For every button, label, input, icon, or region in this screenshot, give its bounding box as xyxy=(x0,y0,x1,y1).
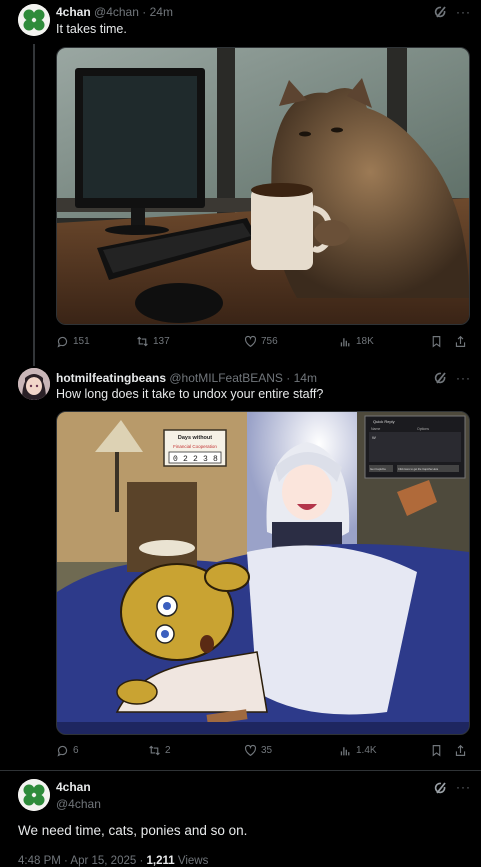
cat-photo[interactable] xyxy=(56,47,470,325)
post-time[interactable]: 14m xyxy=(294,371,317,385)
window-name-field: Name xyxy=(371,427,380,431)
reply-icon xyxy=(57,336,68,348)
cat-coffee-image xyxy=(57,48,469,324)
svg-text:8: 8 xyxy=(213,455,218,464)
reply-button[interactable]: 6 xyxy=(56,744,79,757)
avatar-hotmilfeatingbeans[interactable] xyxy=(18,368,50,400)
view-count: 1.4K xyxy=(356,745,377,756)
reply-count: 151 xyxy=(73,336,90,347)
like-count: 756 xyxy=(261,336,278,347)
avatar-4chan[interactable] xyxy=(18,779,50,811)
views-count: 1,211 xyxy=(146,855,175,867)
clover-logo-icon xyxy=(18,4,50,36)
display-name[interactable]: hotmilfeatingbeans xyxy=(56,371,166,385)
like-button[interactable]: 35 xyxy=(244,744,272,757)
reply-count: 6 xyxy=(73,745,79,756)
cartoon-illustration[interactable]: Days without Financial Cooperation 0 2 2… xyxy=(56,411,470,735)
tweet-header: 4chan @4chan · 24m xyxy=(56,5,173,19)
repost-count: 2 xyxy=(165,745,171,756)
display-name[interactable]: 4chan xyxy=(56,780,101,794)
views-button[interactable]: 18K xyxy=(339,335,374,348)
reply-button[interactable]: 151 xyxy=(56,335,90,348)
share-button[interactable] xyxy=(454,335,467,348)
sign-title: Days without xyxy=(178,435,212,441)
user-handle[interactable]: @hotMILFeatBEANS xyxy=(169,371,283,385)
share-icon xyxy=(455,744,466,756)
repost-icon xyxy=(149,745,160,756)
window-button-2: Click Here to get the Captcha Here xyxy=(398,467,439,471)
window-title: Quick Reply xyxy=(373,419,395,424)
separator: · xyxy=(142,5,147,19)
user-handle[interactable]: @4chan xyxy=(56,797,101,811)
tweet-text: It takes time. xyxy=(56,22,127,36)
views-label: Views xyxy=(177,855,209,867)
window-body: W xyxy=(372,435,376,440)
like-button[interactable]: 756 xyxy=(244,335,278,348)
action-bar: 151 137 756 18K xyxy=(56,335,468,353)
anime-avatar-icon xyxy=(18,368,50,400)
heart-icon xyxy=(244,744,257,757)
more-icon[interactable]: ··· xyxy=(456,5,471,19)
post-timestamp[interactable]: 4:48 PM · Apr 15, 2025 · xyxy=(18,855,147,867)
repost-icon xyxy=(137,336,148,347)
bookmark-button[interactable] xyxy=(430,335,443,348)
window-options-field: Options xyxy=(417,427,429,431)
views-button[interactable]: 1.4K xyxy=(339,744,377,757)
display-name[interactable]: 4chan xyxy=(56,5,91,19)
svg-text:3: 3 xyxy=(203,455,208,464)
tweet-3-main[interactable]: 4chan @4chan ··· We need time, cats, pon… xyxy=(0,770,481,867)
separator: · xyxy=(286,371,291,385)
clover-logo-icon xyxy=(18,779,50,811)
repost-button[interactable]: 2 xyxy=(148,744,171,757)
more-icon[interactable]: ··· xyxy=(456,371,471,385)
tweet-header: hotmilfeatingbeans @hotMILFeatBEANS · 14… xyxy=(56,371,317,385)
tweet-2[interactable]: hotmilfeatingbeans @hotMILFeatBEANS · 14… xyxy=(0,366,481,766)
views-icon xyxy=(340,747,350,756)
grok-icon[interactable] xyxy=(433,370,449,386)
svg-text:0: 0 xyxy=(173,455,178,464)
grok-icon[interactable] xyxy=(433,780,449,796)
user-handle[interactable]: @4chan xyxy=(94,5,139,19)
tweet-text: We need time, cats, ponies and so on. xyxy=(18,823,248,838)
post-meta: 4:48 PM · Apr 15, 2025 · 1,211 Views xyxy=(18,855,208,867)
more-icon[interactable]: ··· xyxy=(456,780,471,794)
view-count: 18K xyxy=(356,336,374,347)
bookmark-icon xyxy=(432,745,441,757)
display-name-block: 4chan @4chan xyxy=(56,780,101,811)
bookmark-icon xyxy=(432,336,441,348)
cartoon-image: Days without Financial Cooperation 0 2 2… xyxy=(57,412,469,734)
like-count: 35 xyxy=(261,745,273,756)
views-icon xyxy=(340,338,350,347)
bookmark-button[interactable] xyxy=(430,744,443,757)
heart-icon xyxy=(244,335,257,348)
repost-button[interactable]: 137 xyxy=(136,335,170,348)
repost-count: 137 xyxy=(153,336,170,347)
window-button-1: Get Captcha xyxy=(370,467,386,471)
svg-text:2: 2 xyxy=(193,455,198,464)
reply-icon xyxy=(57,745,68,757)
share-icon xyxy=(455,335,466,347)
share-button[interactable] xyxy=(454,744,467,757)
tweet-1[interactable]: 4chan @4chan · 24m ··· It takes time. 15… xyxy=(0,0,481,360)
svg-text:2: 2 xyxy=(183,455,188,464)
tweet-text: How long does it take to undox your enti… xyxy=(56,387,324,401)
post-time[interactable]: 24m xyxy=(150,5,173,19)
sign-digits: 0 2 2 3 8 xyxy=(168,451,222,464)
action-bar: 6 2 35 1.4K xyxy=(56,744,468,762)
grok-icon[interactable] xyxy=(433,4,449,20)
avatar-4chan[interactable] xyxy=(18,4,50,36)
sign-subtitle: Financial Cooperation xyxy=(173,444,217,449)
